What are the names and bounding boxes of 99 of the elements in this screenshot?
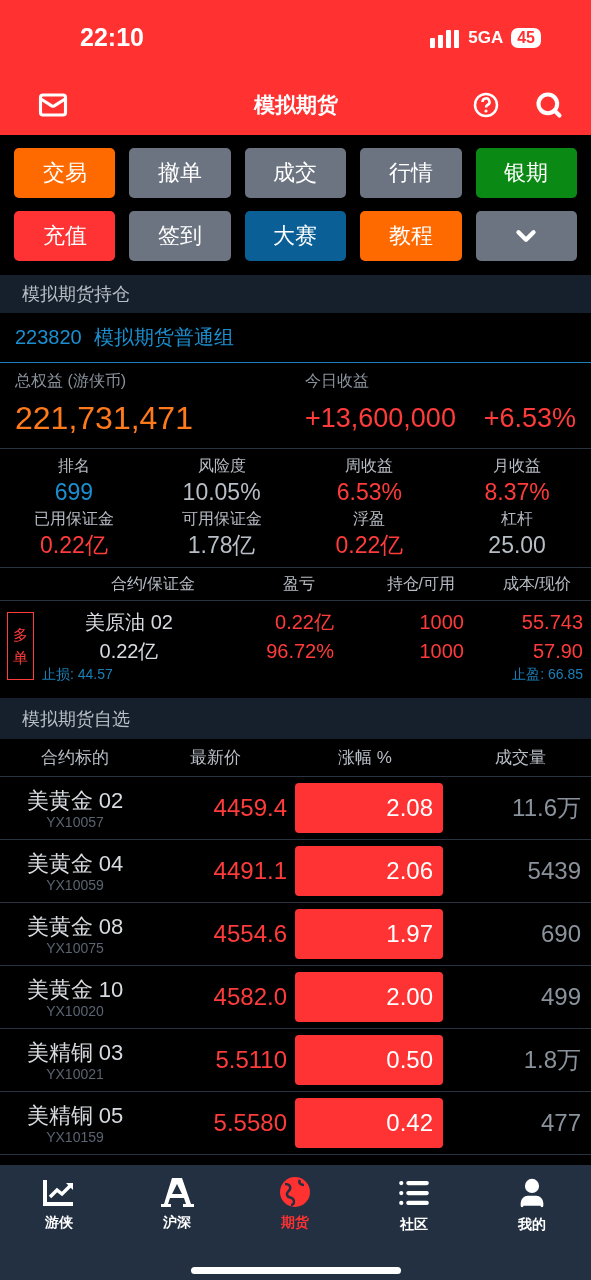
change-bar: 0.42 [295,1098,443,1148]
stat-value: 8.37% [484,478,550,507]
latest-price: 4459.4 [212,794,288,822]
tab-item[interactable]: 沪深 [137,1175,218,1235]
stat-label: 杠杆 [501,509,534,529]
contract-name: 美黄金 10 [26,975,124,1003]
latest-price: 5.5580 [212,1109,288,1137]
column-header: 涨幅 % [337,747,393,769]
column-header: 合约/保证金 [109,573,195,594]
action-button[interactable]: 教程 [360,211,462,261]
change-bar: 2.06 [295,846,443,896]
page-title: 模拟期货 [252,92,339,118]
margin-value: 0.22亿 [99,639,159,664]
stat-value: 699 [54,478,94,507]
stat-label: 浮盈 [353,509,386,529]
action-button[interactable]: 撤单 [129,148,231,198]
equity-value: 221,731,471 [15,399,194,438]
globe-icon [278,1176,313,1208]
pnl-value: 0.22亿 [275,610,334,635]
column-header: 成本/现价 [501,573,571,594]
contract-name: 美黄金 08 [26,912,124,940]
latest-price: 4554.6 [212,920,288,948]
tab-item[interactable]: 游侠 [19,1175,100,1235]
action-button[interactable]: 成交 [244,148,347,198]
latest-price: 4582.0 [212,983,288,1011]
contract-code: YX10057 [46,813,104,830]
stop-loss: 止损: 44.57 [41,666,113,683]
network-label: 5GA [468,27,504,48]
latest-price: 4491.1 [212,857,288,885]
volume-value: 477 [539,1109,582,1137]
stat-label: 已用保证金 [33,509,114,529]
column-header: 盈亏 [282,573,315,594]
contract-code: YX10075 [46,939,104,956]
stat-value: 1.78亿 [187,531,256,560]
section-header: 模拟期货自选 [0,698,591,739]
tab-item[interactable]: 期货 [255,1175,336,1235]
action-button[interactable]: 大赛 [244,211,347,261]
stat-label: 排名 [57,456,90,476]
stat-label: 风险度 [197,456,246,476]
price-value: 57.90 [532,639,583,664]
today-label: 今日收益 [305,371,370,391]
tab-item[interactable]: 社区 [373,1175,454,1235]
serif-a-icon [160,1176,195,1208]
action-button[interactable]: 行情 [360,148,462,198]
cost-value: 55.743 [521,610,583,635]
action-button[interactable]: 充值 [14,211,116,261]
volume-value: 499 [539,983,582,1011]
column-header: 持仓/可用 [385,573,455,594]
signal-icon [430,27,461,48]
search-icon[interactable] [535,91,563,119]
change-bar: 2.08 [295,783,443,833]
action-button[interactable]: 签到 [129,211,231,261]
stat-label: 周收益 [345,456,394,476]
column-header: 最新价 [188,747,242,769]
position-value: 1000 [419,610,464,635]
contract-name: 美精铜 05 [26,1101,124,1129]
stat-label: 月收益 [493,456,542,476]
contract-code: YX10021 [46,1065,104,1082]
section-header: 模拟期货持仓 [0,275,591,313]
available-value: 1000 [419,639,464,664]
side-tag: 多单 [7,611,34,680]
latest-price: 5.5110 [214,1046,288,1074]
volume-value: 11.6万 [511,793,582,823]
mail-icon[interactable] [38,90,68,120]
volume-value: 5439 [526,857,582,885]
pnl-percent: 96.72% [266,639,334,664]
change-bar: 2.00 [295,972,443,1022]
contract-code: YX10159 [46,1128,104,1145]
help-icon[interactable] [473,92,499,118]
stat-label: 可用保证金 [181,509,262,529]
column-header: 成交量 [494,747,547,769]
stat-value: 10.05% [182,478,261,507]
contract-name: 美黄金 02 [26,786,124,814]
today-amount: +13,600,000 [305,402,456,435]
action-button[interactable]: 交易 [14,148,116,198]
tab-item[interactable]: 我的 [491,1175,572,1235]
expand-button[interactable] [475,211,577,261]
contract-code: YX10059 [46,876,104,893]
today-percent: +6.53% [483,402,576,435]
contract-name: 美原油 02 [85,610,173,635]
stat-value: 6.53% [336,478,402,507]
equity-label: 总权益 (游侠币) [15,371,128,391]
stat-value: 0.22亿 [40,531,108,560]
volume-value: 1.8万 [522,1045,582,1075]
stat-value: 0.22亿 [335,531,404,560]
take-profit: 止盈: 66.85 [512,666,583,683]
contract-code: YX10020 [46,1002,104,1019]
change-bar: 0.50 [295,1035,443,1085]
stat-value: 25.00 [488,531,546,560]
contract-name: 美精铜 03 [26,1038,124,1066]
volume-value: 690 [539,920,582,948]
column-header: 合约标的 [40,747,110,769]
change-bar: 1.97 [295,909,443,959]
status-time: 22:10 [80,23,144,52]
group-name: 模拟期货普通组 [93,325,234,350]
contract-name: 美黄金 04 [26,849,124,877]
account-id: 223820 [15,326,82,349]
battery-level: 45 [511,27,541,48]
action-button[interactable]: 银期 [475,148,577,198]
